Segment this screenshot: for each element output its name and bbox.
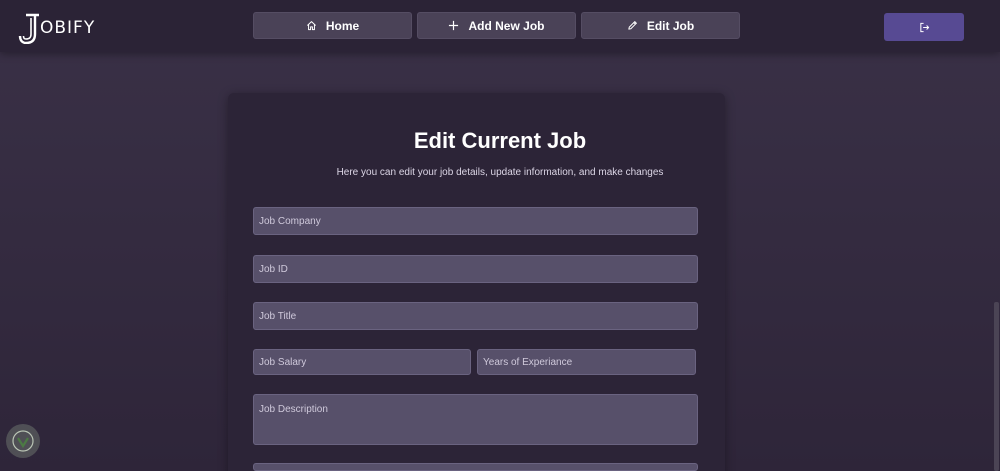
next-field-partial[interactable]: [253, 463, 698, 471]
nav-edit-job-label: Edit Job: [646, 18, 695, 33]
job-title-input[interactable]: [253, 302, 698, 330]
pencil-icon: [628, 21, 637, 30]
logo-text: OBIFY: [40, 18, 96, 38]
navbar: OBIFY Home Add New Job Edit Job: [0, 0, 1000, 52]
logo[interactable]: OBIFY: [18, 8, 95, 44]
nav-home-button[interactable]: Home: [253, 12, 412, 39]
years-of-experience-input[interactable]: [477, 349, 696, 375]
nav-edit-job-button[interactable]: Edit Job: [581, 12, 740, 39]
form-subtitle: Here you can edit your job details, upda…: [336, 167, 664, 178]
job-id-input[interactable]: [253, 255, 698, 283]
job-company-input[interactable]: [253, 207, 698, 235]
nav-home-label: Home: [325, 18, 360, 33]
plus-icon: [449, 20, 459, 31]
form-title: Edit Current Job: [413, 128, 587, 153]
logout-button[interactable]: [884, 13, 964, 41]
nav-add-job-button[interactable]: Add New Job: [417, 12, 576, 39]
nav-add-job-label: Add New Job: [468, 18, 545, 33]
logo-j-icon: [18, 13, 39, 44]
home-icon: [306, 21, 316, 31]
page-scrollbar[interactable]: [994, 302, 999, 471]
job-salary-input[interactable]: [253, 349, 471, 375]
corner-badge: [6, 424, 40, 458]
logout-icon: [919, 22, 929, 32]
shield-icon: [12, 430, 34, 452]
job-description-textarea[interactable]: [253, 394, 698, 445]
